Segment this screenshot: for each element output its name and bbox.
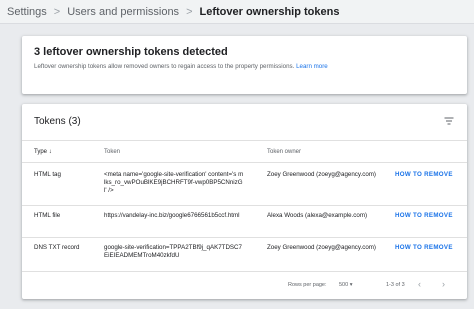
pagination-range: 1-3 of 3: [386, 282, 405, 288]
column-header-owner: Token owner: [267, 149, 302, 155]
filter-icon[interactable]: [444, 116, 454, 126]
banner-description: Leftover ownership tokens allow removed …: [34, 63, 334, 71]
token-type-cell: DNS TXT record: [34, 244, 80, 251]
arrow-down-icon: ↓: [48, 149, 52, 155]
chevron-right-icon: >: [53, 5, 61, 18]
breadcrumb-settings[interactable]: Settings: [7, 6, 47, 18]
token-owner-cell: Zoey Greenwood (zoeyg@agency.com): [267, 244, 376, 251]
tokens-table-title: Tokens (3): [34, 116, 81, 127]
rows-per-page-label: Rows per page:: [288, 282, 327, 288]
chevron-left-icon[interactable]: ‹: [418, 279, 421, 289]
divider: [22, 271, 467, 272]
tokens-table-card: Tokens (3) Type ↓ Token Token owner HTML…: [22, 104, 467, 299]
token-value-cell: google-site-verification=TPPA2TBf9j_qAK7…: [104, 244, 242, 259]
breadcrumb-users-permissions[interactable]: Users and permissions: [67, 6, 179, 18]
token-value-cell: https://vandelay-inc.biz/google6766561b5…: [104, 212, 240, 219]
token-type-cell: HTML file: [34, 212, 61, 219]
how-to-remove-button[interactable]: HOW TO REMOVE: [395, 212, 453, 219]
column-header-type[interactable]: Type ↓: [34, 149, 52, 155]
token-value-cell: <meta name='google-site-verification' co…: [104, 171, 244, 194]
token-type-cell: HTML tag: [34, 171, 61, 178]
column-header-token: Token: [104, 149, 121, 155]
token-owner-cell: Alexa Woods (alexa@example.com): [267, 212, 368, 219]
chevron-right-icon: >: [186, 5, 193, 18]
divider: [22, 140, 467, 141]
dropdown-icon: ▾: [349, 282, 353, 288]
banner-description-text: Leftover ownership tokens allow removed …: [34, 63, 295, 70]
token-owner-cell: Zoey Greenwood (zoeyg@agency.com): [267, 171, 376, 178]
rows-per-page-value: 500: [339, 282, 349, 288]
divider: [22, 162, 467, 163]
divider: [22, 237, 467, 238]
breadcrumb-current-page: Leftover ownership tokens: [199, 5, 340, 18]
banner-title: 3 leftover ownership tokens detected: [34, 46, 228, 58]
column-header-type-label: Type: [34, 149, 48, 155]
learn-more-link[interactable]: Learn more: [296, 63, 328, 70]
how-to-remove-button[interactable]: HOW TO REMOVE: [395, 244, 453, 251]
leftover-tokens-banner: 3 leftover ownership tokens detected Lef…: [22, 36, 467, 94]
divider: [22, 205, 467, 206]
how-to-remove-button[interactable]: HOW TO REMOVE: [395, 171, 453, 178]
breadcrumb: Settings > Users and permissions > Lefto…: [0, 0, 474, 24]
chevron-right-icon[interactable]: ›: [442, 279, 445, 289]
rows-per-page-select[interactable]: 500 ▾: [339, 282, 352, 288]
